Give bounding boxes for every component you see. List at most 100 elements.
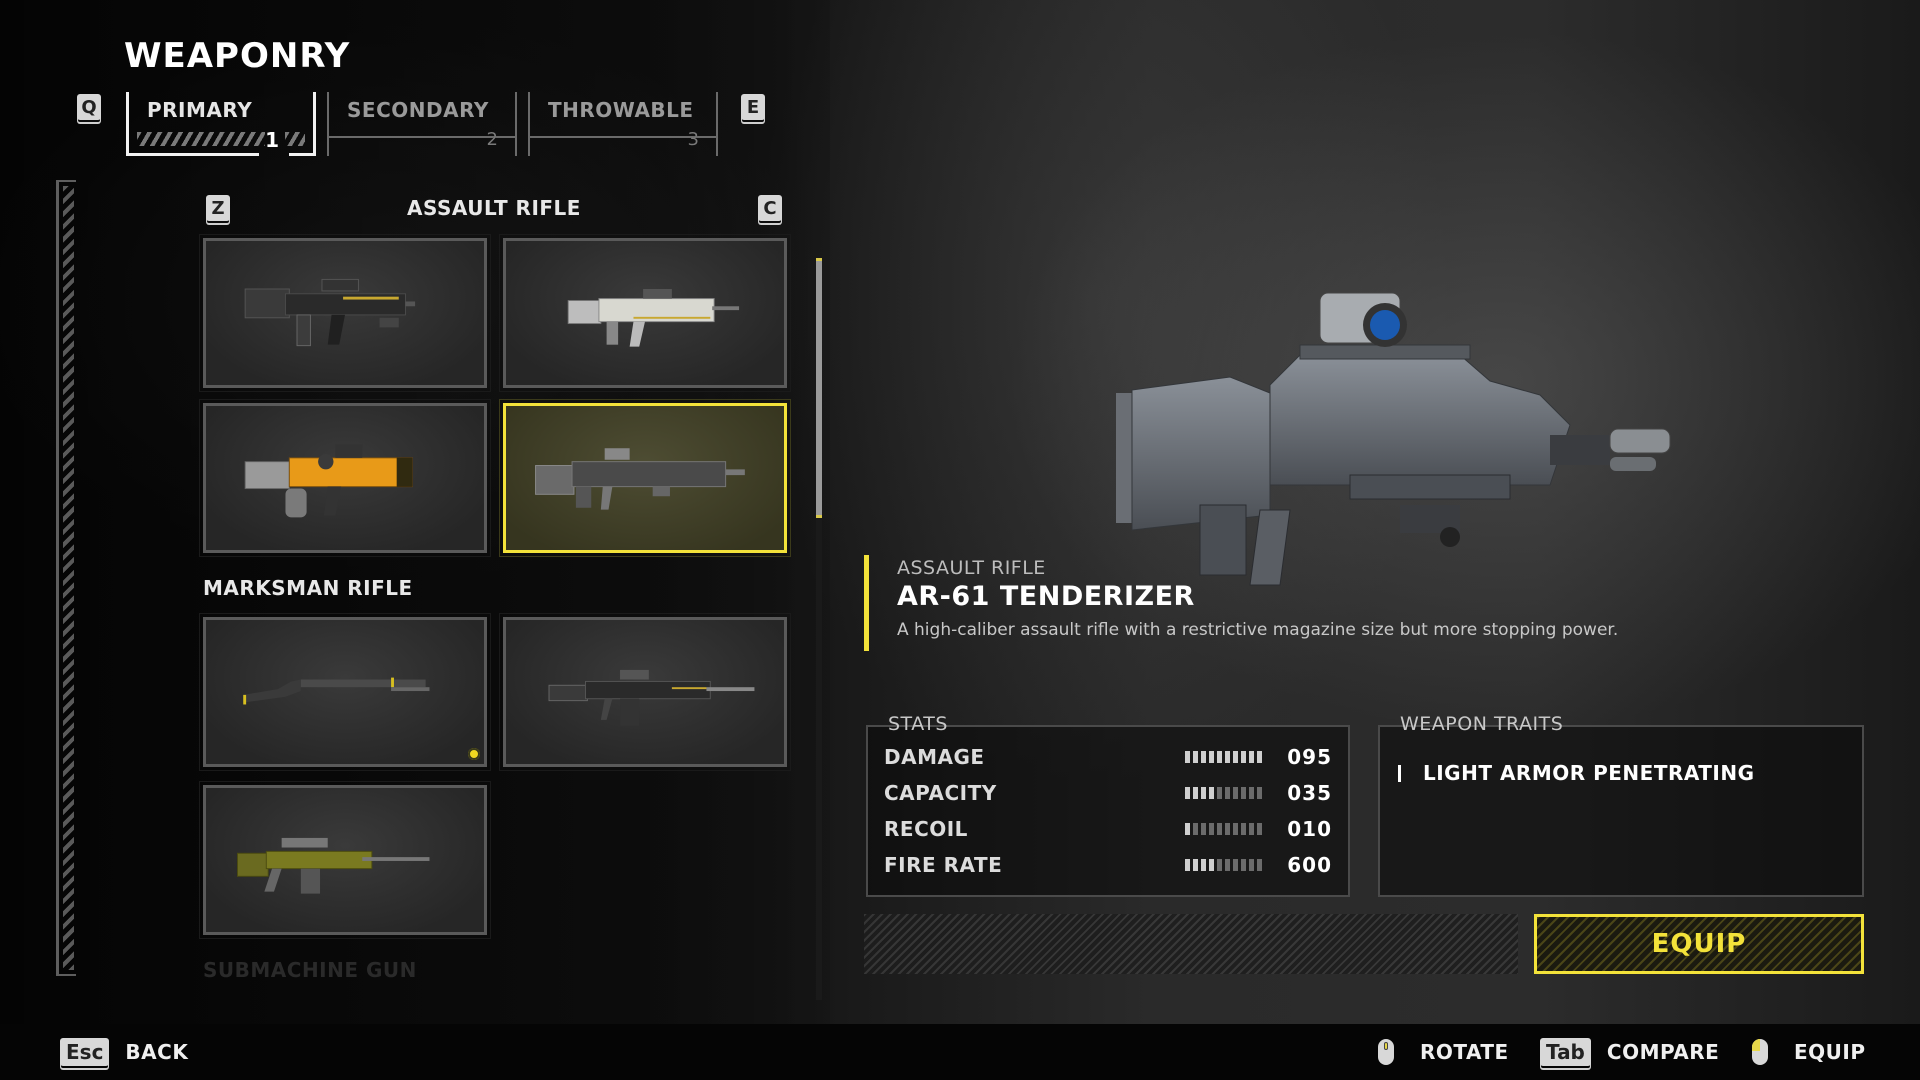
weapon-card[interactable]: [199, 399, 491, 557]
stat-bar-segment: [1233, 823, 1238, 835]
tab-label: SECONDARY: [347, 98, 489, 122]
stat-bar-segment: [1249, 751, 1254, 763]
weapon-card[interactable]: [199, 781, 491, 939]
stat-bar-segment: [1185, 823, 1190, 835]
stat-bar-segment: [1217, 787, 1222, 799]
stat-bar-segment: [1193, 823, 1198, 835]
category-title-assault-rifle: ASSAULT RIFLE: [407, 196, 581, 220]
weapon-list-scrollbar[interactable]: [816, 258, 822, 1000]
mouse-left-icon: [1752, 1039, 1768, 1065]
hint-label: ROTATE: [1420, 1040, 1509, 1064]
stat-bar-segment: [1185, 787, 1190, 799]
stat-row-recoil: RECOIL 010: [884, 813, 1332, 845]
stat-bar-segment: [1217, 751, 1222, 763]
weapon-card[interactable]: [499, 234, 791, 392]
ar-61-tenderizer-render: [1116, 292, 1671, 586]
back-hint[interactable]: Esc BACK: [60, 1024, 188, 1080]
tab-secondary[interactable]: SECONDARY 2: [327, 92, 517, 156]
stat-bar-segment: [1193, 751, 1198, 763]
marksman-rifle-black-icon: [548, 669, 755, 726]
stat-bar-segment: [1241, 751, 1246, 763]
stat-bar-segment: [1233, 787, 1238, 799]
rail-hatch: [63, 186, 74, 970]
stat-bar-segment: [1257, 751, 1262, 763]
stat-bar-segment: [1185, 859, 1190, 871]
stat-bar-segment: [1201, 859, 1206, 871]
prev-tab-key[interactable]: Q: [77, 94, 101, 120]
tab-number: 1: [265, 128, 279, 152]
stat-bar-segment: [1201, 751, 1206, 763]
compare-hint[interactable]: Tab COMPARE: [1540, 1024, 1719, 1080]
stat-bar-segment: [1249, 823, 1254, 835]
stat-bar-segment: [1209, 859, 1214, 871]
rotate-hint[interactable]: ROTATE: [1378, 1024, 1509, 1080]
tab-number: 3: [682, 129, 705, 150]
stat-bar-segment: [1233, 751, 1238, 763]
marksman-rifle-olive-icon: [236, 837, 430, 894]
weapon-card[interactable]: [199, 613, 491, 771]
stat-bar-segment: [1201, 787, 1206, 799]
stat-bar-segment: [1257, 823, 1262, 835]
stat-bar-segment: [1241, 823, 1246, 835]
new-item-badge: [468, 748, 480, 760]
equip-button[interactable]: EQUIP: [1534, 914, 1864, 974]
stat-bar-segment: [1209, 823, 1214, 835]
stat-name: CAPACITY: [884, 781, 997, 805]
tab-key: Tab: [1540, 1038, 1591, 1066]
esc-key: Esc: [60, 1038, 110, 1066]
stat-bar-segment: [1225, 751, 1230, 763]
stat-bar-segment: [1193, 787, 1198, 799]
tab-underline: [129, 153, 259, 156]
weapon-card-selected[interactable]: [499, 399, 791, 557]
stat-name: DAMAGE: [884, 745, 985, 769]
stat-name: RECOIL: [884, 817, 968, 841]
tab-throwable[interactable]: THROWABLE 3: [528, 92, 718, 156]
stat-bar: [1185, 787, 1262, 799]
category-title-marksman-rifle: MARKSMAN RIFLE: [203, 576, 413, 600]
weapon-name: AR-61 TENDERIZER: [897, 581, 1195, 612]
hint-label: BACK: [125, 1040, 189, 1064]
stat-bar: [1185, 823, 1262, 835]
equip-hint[interactable]: EQUIP: [1752, 1024, 1866, 1080]
tab-primary[interactable]: PRIMARY 1: [126, 92, 316, 156]
stat-bar-segment: [1233, 859, 1238, 871]
stat-bar-segment: [1193, 859, 1198, 871]
next-tab-key[interactable]: E: [741, 94, 765, 120]
stat-bar-segment: [1225, 823, 1230, 835]
prev-category-key[interactable]: Z: [206, 195, 230, 221]
trait-marker-icon: [1398, 764, 1401, 782]
weapon-card[interactable]: [199, 234, 491, 392]
scrollbar-thumb[interactable]: [816, 258, 822, 518]
empty-action-slot: [864, 914, 1518, 974]
traits-title: WEAPON TRAITS: [1394, 713, 1570, 735]
tab-underline: [289, 153, 313, 156]
assault-rifle-orange-icon: [244, 444, 413, 518]
next-category-key[interactable]: C: [758, 195, 782, 221]
stat-bar-segment: [1217, 823, 1222, 835]
trait-item: LIGHT ARMOR PENETRATING: [1398, 761, 1755, 785]
stat-bar-segment: [1241, 859, 1246, 871]
stat-bar-segment: [1225, 787, 1230, 799]
stat-bar-segment: [1241, 787, 1246, 799]
hint-label: EQUIP: [1794, 1040, 1866, 1064]
stat-value: 095: [1287, 745, 1332, 769]
page-title: WEAPONRY: [124, 36, 351, 76]
tab-number: 2: [481, 129, 504, 150]
hint-label: COMPARE: [1606, 1040, 1720, 1064]
weapon-info: ASSAULT RIFLE AR-61 TENDERIZER A high-ca…: [864, 555, 1864, 651]
stat-bar-segment: [1249, 787, 1254, 799]
stat-bar-segment: [1257, 787, 1262, 799]
stat-value: 600: [1287, 853, 1332, 877]
weapon-traits-panel: WEAPON TRAITS LIGHT ARMOR PENETRATING: [1378, 713, 1864, 897]
stat-name: FIRE RATE: [884, 853, 1003, 877]
trait-name: LIGHT ARMOR PENETRATING: [1423, 761, 1755, 785]
stat-row-damage: DAMAGE 095: [884, 741, 1332, 773]
stat-bar-segment: [1201, 823, 1206, 835]
stat-bar-segment: [1209, 787, 1214, 799]
category-title-submachine-gun: SUBMACHINE GUN: [203, 958, 417, 982]
tab-hatch: [285, 132, 305, 146]
stat-bar-segment: [1217, 859, 1222, 871]
weapon-card[interactable]: [499, 613, 791, 771]
assault-rifle-black-icon: [244, 278, 416, 347]
stat-bar: [1185, 859, 1262, 871]
